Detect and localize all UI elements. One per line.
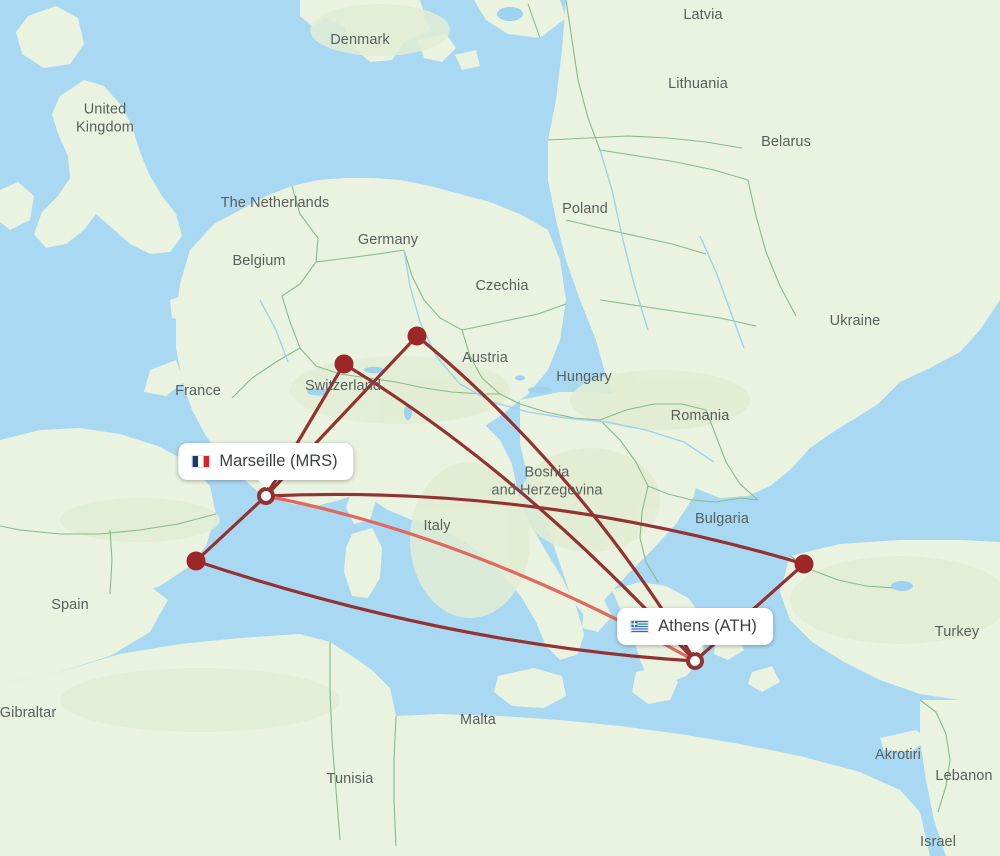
hub-zurich[interactable] xyxy=(334,354,354,374)
terrain-balkan-hills xyxy=(520,448,660,552)
callout-label-athens: Athens (ATH) xyxy=(658,617,757,635)
endpoint-marker-ath[interactable] xyxy=(686,652,704,670)
hub-barcelona[interactable] xyxy=(186,551,206,571)
hub-munich[interactable] xyxy=(407,326,427,346)
lake-vanern xyxy=(497,7,523,21)
flight-route-map[interactable]: Denmark Latvia Lithuania United Kingdom … xyxy=(0,0,1000,856)
lake-tuz xyxy=(891,581,913,591)
callout-athens[interactable]: Athens (ATH) xyxy=(617,608,773,653)
terrain-anatolia xyxy=(790,556,1000,644)
callout-marseille[interactable]: Marseille (MRS) xyxy=(178,443,354,488)
endpoint-marker-mrs[interactable] xyxy=(257,487,275,505)
terrain-pyrenees xyxy=(60,498,220,542)
lake-balaton xyxy=(528,386,552,394)
terrain-scandinavia xyxy=(310,4,450,56)
lake-neusiedl xyxy=(515,375,525,381)
callout-tip xyxy=(686,644,704,653)
terrain-atlas xyxy=(60,668,340,732)
hub-istanbul[interactable] xyxy=(794,554,814,574)
flag-greece-icon xyxy=(630,620,650,633)
callout-label-marseille: Marseille (MRS) xyxy=(219,452,338,470)
map-canvas xyxy=(0,0,1000,856)
flag-france-icon xyxy=(191,455,211,468)
callout-tip xyxy=(256,479,275,488)
